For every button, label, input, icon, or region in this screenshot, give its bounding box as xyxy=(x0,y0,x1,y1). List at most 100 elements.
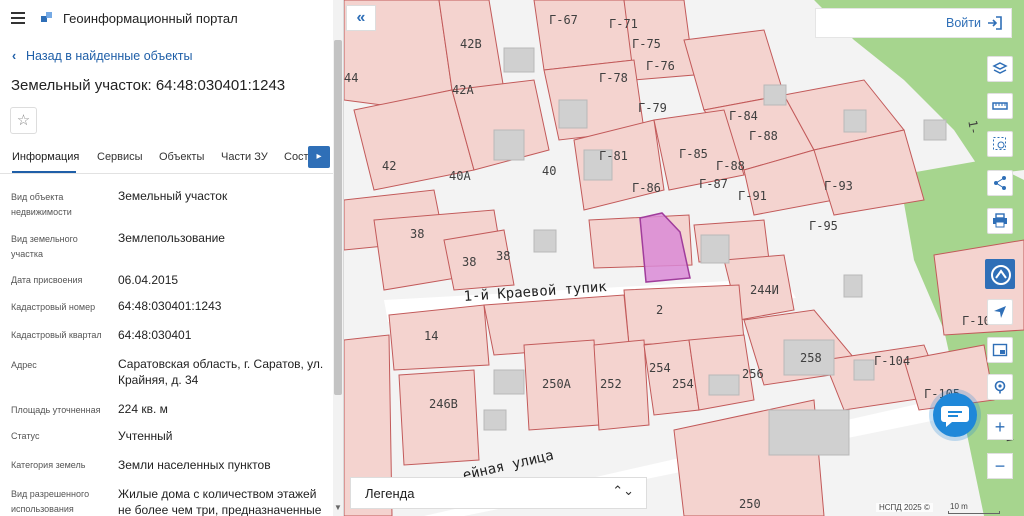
parcel-label: 14 xyxy=(424,329,438,343)
back-to-results-link[interactable]: ‹ Назад в найденные объекты xyxy=(12,49,192,63)
parcel-label: 256 xyxy=(742,367,764,381)
chevron-updown-icon: ⌃⌄ xyxy=(612,483,634,498)
navigation-arrow-icon xyxy=(994,306,1006,318)
zoom-out-button[interactable]: − xyxy=(987,453,1013,479)
ruler-button[interactable] xyxy=(987,93,1013,119)
layers-button[interactable] xyxy=(987,56,1013,82)
login-bar[interactable]: Войти xyxy=(815,8,1012,38)
row-value: Земельный участок xyxy=(118,189,228,203)
row-label: Вид разрешенного использования xyxy=(11,489,90,514)
active-tab-indicator xyxy=(12,171,76,173)
legend-dropdown[interactable]: Легенда ⌃⌄ xyxy=(350,477,647,509)
minimap-icon xyxy=(992,343,1008,357)
row-value: Землепользование xyxy=(118,231,225,245)
parcel-label: Г-84 xyxy=(729,109,758,123)
parcel-label: Г-88 xyxy=(749,129,778,143)
scroll-down-arrow-icon[interactable]: ▼ xyxy=(334,503,342,512)
tab-composition[interactable]: Состав xyxy=(284,151,308,163)
parcel-label: 250А xyxy=(542,377,572,391)
row-label: Дата присвоения xyxy=(11,275,83,285)
row-value: Учтенный xyxy=(118,429,173,443)
tab-bar: Информация Сервисы Объекты Части ЗУ Сост… xyxy=(0,144,343,174)
edge-label: 1- xyxy=(965,119,981,136)
row-value: Земли населенных пунктов xyxy=(118,458,271,472)
tab-information[interactable]: Информация xyxy=(12,151,79,163)
parcel-label: 40 xyxy=(542,164,556,178)
parcel-label: Г-95 xyxy=(809,219,838,233)
parcel-label: Г-67 xyxy=(549,13,578,27)
parcel-label: Г-81 xyxy=(599,149,628,163)
parcel-label: 2 xyxy=(656,303,663,317)
parcel-label: Г-93 xyxy=(824,179,853,193)
row-value: Саратовская область, г. Саратов, ул. Кра… xyxy=(118,357,324,387)
parcel-label: 38 xyxy=(410,227,424,241)
geolocation-button[interactable] xyxy=(987,299,1013,325)
parcel-label: 246В xyxy=(429,397,458,411)
chat-button[interactable] xyxy=(933,393,977,437)
parcel-label: Г-87 xyxy=(699,177,728,191)
parcel-label: 254 xyxy=(672,377,694,391)
row-label: Статус xyxy=(11,431,40,441)
row-value: 06.04.2015 xyxy=(118,273,179,287)
parcel-label: Г-104 xyxy=(874,354,910,368)
cadastral-map[interactable]: Г-67 Г-71 42В Г-75 44 Г-76 Г-78 42А Г-79… xyxy=(344,0,1024,516)
info-panel: Геоинформационный портал ‹ Назад в найден… xyxy=(0,0,344,516)
portal-logo-icon xyxy=(41,12,52,22)
parcel-label: 258 xyxy=(800,351,822,365)
parcel-label: Г-76 xyxy=(646,59,675,73)
row-label: Кадастровый квартал xyxy=(11,330,102,340)
row-value: 64:48:030401 xyxy=(118,328,192,342)
tab-services[interactable]: Сервисы xyxy=(97,151,143,163)
nspd-logo-icon xyxy=(991,265,1011,285)
parcel-label: 42А xyxy=(452,83,474,97)
row-label: Кадастровый номер xyxy=(11,302,96,312)
parcel-label: 42В xyxy=(460,37,482,51)
layers-icon xyxy=(992,62,1008,74)
page-title: Земельный участок: 64:48:030401:1243 xyxy=(11,77,286,94)
ruler-icon xyxy=(992,102,1008,110)
parcel-label: Г-91 xyxy=(738,189,767,203)
nspd-brand-button[interactable] xyxy=(985,259,1015,289)
panel-header: Геоинформационный портал xyxy=(0,0,343,38)
row-label: Категория земель xyxy=(11,460,86,470)
parcel-label: 42 xyxy=(382,159,396,173)
locate-me-button[interactable] xyxy=(987,374,1013,400)
tab-objects[interactable]: Объекты xyxy=(159,151,204,163)
share-button[interactable] xyxy=(987,170,1013,196)
share-icon xyxy=(994,176,1006,190)
chevron-left-icon: ‹ xyxy=(12,49,17,63)
tabs-next-button[interactable]: ▸ xyxy=(308,146,330,168)
minimap-button[interactable] xyxy=(987,337,1013,363)
parcel-label: Г-75 xyxy=(632,37,661,51)
print-icon xyxy=(993,213,1007,228)
row-value: 224 кв. м xyxy=(118,402,168,416)
map-copyright: НСПД 2025 © xyxy=(876,503,933,512)
login-icon[interactable] xyxy=(987,15,1003,31)
map-scale-label: 10 m xyxy=(950,502,968,511)
back-link-label: Назад в найденные объекты xyxy=(26,49,193,63)
row-value: 64:48:030401:1243 xyxy=(118,299,222,313)
parcel-label: 254 xyxy=(649,361,671,375)
map-view[interactable]: Г-67 Г-71 42В Г-75 44 Г-76 Г-78 42А Г-79… xyxy=(344,0,1024,516)
select-area-icon xyxy=(993,137,1006,150)
parcel-label: 250 xyxy=(739,497,761,511)
map-scale-bar xyxy=(948,511,1000,514)
favorite-star-icon[interactable]: ☆ xyxy=(10,107,37,134)
login-label[interactable]: Войти xyxy=(946,16,981,30)
legend-label: Легенда xyxy=(365,486,415,501)
tab-parts[interactable]: Части ЗУ xyxy=(221,151,268,163)
parcel-label: Г-85 xyxy=(679,147,708,161)
menu-icon[interactable] xyxy=(11,12,25,24)
select-area-button[interactable] xyxy=(987,131,1013,157)
parcel-label: 40А xyxy=(449,169,471,183)
parcel-label: Г-71 xyxy=(609,17,638,31)
collapse-panel-button[interactable]: « xyxy=(346,5,376,31)
parcel-label: 44 xyxy=(344,71,358,85)
parcel-label: Г-79 xyxy=(638,101,667,115)
row-label: Вид земельного участка xyxy=(11,234,78,259)
row-label: Площадь уточненная xyxy=(11,405,101,415)
zoom-in-button[interactable]: + xyxy=(987,414,1013,440)
print-button[interactable] xyxy=(987,208,1013,234)
panel-scrollbar-thumb[interactable] xyxy=(334,40,342,395)
parcel-label: Г-86 xyxy=(632,181,661,195)
